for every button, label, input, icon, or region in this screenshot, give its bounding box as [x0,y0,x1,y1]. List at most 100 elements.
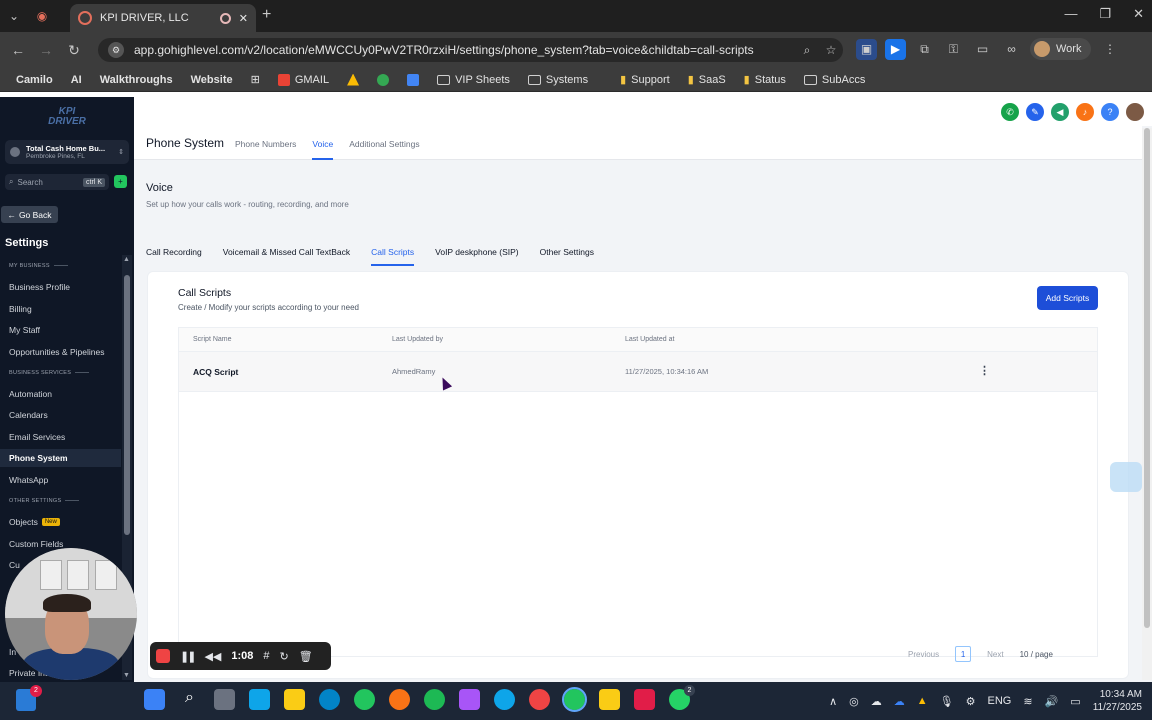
microphone-icon[interactable]: 🎙 [940,695,954,708]
drive-tray-icon[interactable]: ▲ [917,695,928,707]
sidebar-item-whatsapp[interactable]: WhatsApp [0,471,121,489]
restart-icon[interactable]: ↻ [280,650,289,663]
bookmark-vip-sheets[interactable]: VIP Sheets [431,74,516,86]
bookmark-star-icon[interactable]: ☆ [819,43,843,57]
tray-settings-icon[interactable]: ⚙ [966,695,976,708]
app-icon[interactable] [459,689,480,710]
previous-page-button[interactable]: Previous [908,650,939,659]
language-indicator[interactable]: ENG [988,695,1012,707]
sidebar-item-opportunities[interactable]: Opportunities & Pipelines [0,343,121,361]
volume-icon[interactable]: 🔊 [1045,695,1059,708]
restore-icon[interactable]: ❐ [1099,6,1111,22]
next-page-button[interactable]: Next [987,650,1003,659]
bookmark-support[interactable]: ▮ Support [614,73,676,87]
bookmark-website[interactable]: Website [185,74,239,86]
chrome-profile-icon[interactable] [529,689,550,710]
sidebar-scroll-thumb[interactable] [124,275,130,535]
wifi-icon[interactable]: ≋ [1023,695,1032,708]
bookmark-systems[interactable]: Systems [522,74,594,86]
task-view-icon[interactable] [214,689,235,710]
bookmark-gmail[interactable]: GMAIL [272,73,335,86]
quick-action-bolt-icon[interactable]: + [114,175,127,188]
bookmark-subaccs[interactable]: SubAccs [798,74,871,86]
drive-icon[interactable] [341,73,365,86]
user-avatar[interactable] [1126,103,1144,121]
extension-icon[interactable]: ▶ [885,38,906,60]
link-icon[interactable]: ∞ [1001,39,1022,60]
payment-card-icon[interactable]: ▭ [972,39,993,60]
sidebar-item-billing[interactable]: Billing [0,300,121,318]
stop-recording-icon[interactable] [156,649,170,663]
new-tab-button[interactable]: + [262,6,271,24]
chrome-icon[interactable] [389,689,410,710]
tab-search-icon[interactable]: ⌄ [0,4,28,28]
bookmark-walkthroughs[interactable]: Walkthroughs [94,74,179,86]
browser-menu-icon[interactable]: ⋮ [1099,39,1120,60]
bookmark-camilo[interactable]: Camilo [10,74,59,86]
account-switcher[interactable]: Total Cash Home Bu... Pembroke Pines, FL… [5,140,129,164]
close-tab-icon[interactable]: ✕ [239,12,248,25]
phone-icon[interactable]: ✆ [1001,103,1019,121]
file-explorer-icon[interactable] [284,689,305,710]
extension-icon[interactable]: ▣ [856,38,877,60]
whatsapp-icon[interactable]: 2 [669,685,695,710]
page-size-select[interactable]: 10 / page [1020,650,1053,659]
extensions-puzzle-icon[interactable]: ⧉ [914,39,935,60]
back-icon[interactable]: ← [4,42,32,58]
spotify-icon[interactable] [424,689,445,710]
search-icon[interactable]: ⌕ [179,689,200,710]
widgets-icon[interactable]: 2 [16,685,42,711]
chrome-active-icon[interactable] [562,687,587,712]
main-scrollbar[interactable] [1142,128,1152,680]
cloud-icon[interactable]: ☁ [871,695,882,708]
store-icon[interactable] [249,689,270,710]
tab-phone-numbers[interactable]: Phone Numbers [235,139,296,160]
table-row[interactable]: ACQ Script AhmedRamy 11/27/2025, 10:34:1… [179,352,1097,392]
sidebar-item-phone-system[interactable]: Phone System [0,449,121,467]
row-actions-icon[interactable]: ⋮ [979,364,990,377]
site-info-icon[interactable]: ⚙ [108,42,124,58]
bookmark-saas[interactable]: ▮ SaaS [682,73,732,87]
megaphone-icon[interactable]: ◀ [1051,103,1069,121]
close-window-icon[interactable]: ✕ [1133,6,1144,22]
url-text[interactable]: app.gohighlevel.com/v2/location/eMWCCUy0… [134,43,795,57]
calendar-icon[interactable] [401,73,425,86]
slack-icon[interactable] [634,689,655,710]
sidebar-search[interactable]: ⌕ Search ctrl K [5,174,109,190]
scroll-down-icon[interactable]: ▼ [123,672,130,679]
trash-icon[interactable]: 🗑 [299,650,313,663]
scroll-up-icon[interactable]: ▲ [123,256,130,263]
bookmark-status[interactable]: ▮ Status [738,73,792,87]
sidebar-item-automation[interactable]: Automation [0,385,121,403]
subtab-other-settings[interactable]: Other Settings [540,247,594,266]
bookmark-ai[interactable]: AI [65,74,88,86]
script-name[interactable]: ACQ Script [193,367,238,377]
subtab-voicemail[interactable]: Voicemail & Missed Call TextBack [223,247,350,266]
edge-dev-icon[interactable] [354,689,375,710]
subtab-voip-deskphone[interactable]: VoIP deskphone (SIP) [435,247,518,266]
telegram-icon[interactable] [494,689,515,710]
reload-icon[interactable]: ↻ [60,42,88,59]
rewind-icon[interactable]: ◀◀ [204,650,221,663]
sidebar-item-calendars[interactable]: Calendars [0,406,121,424]
tray-app-icon[interactable]: ◎ [849,695,859,708]
bell-icon[interactable]: ♪ [1076,103,1094,121]
sidebar-item-business-profile[interactable]: Business Profile [0,278,121,296]
go-back-button[interactable]: ← Go Back [1,206,58,223]
chevron-up-icon[interactable]: ∧ [829,695,837,708]
minimize-icon[interactable]: — [1064,6,1077,22]
chrome-icon[interactable] [371,73,395,86]
forward-icon[interactable]: → [32,42,60,58]
tab-voice[interactable]: Voice [312,139,334,160]
start-icon[interactable] [144,689,165,710]
subtab-call-scripts[interactable]: Call Scripts [371,247,415,266]
password-key-icon[interactable]: ⚿ [943,39,964,60]
subtab-call-recording[interactable]: Call Recording [146,247,202,266]
onedrive-icon[interactable]: ☁ [894,695,905,708]
pause-icon[interactable]: ❚❚ [180,650,197,663]
clock[interactable]: 10:34 AM 11/27/2025 [1093,688,1142,714]
battery-icon[interactable]: ▭ [1070,695,1080,708]
page-number-button[interactable]: 1 [955,646,972,662]
url-bar[interactable]: ⚙ app.gohighlevel.com/v2/location/eMWCCU… [98,38,843,62]
apps-grid-icon[interactable]: ⊞ [245,73,266,86]
